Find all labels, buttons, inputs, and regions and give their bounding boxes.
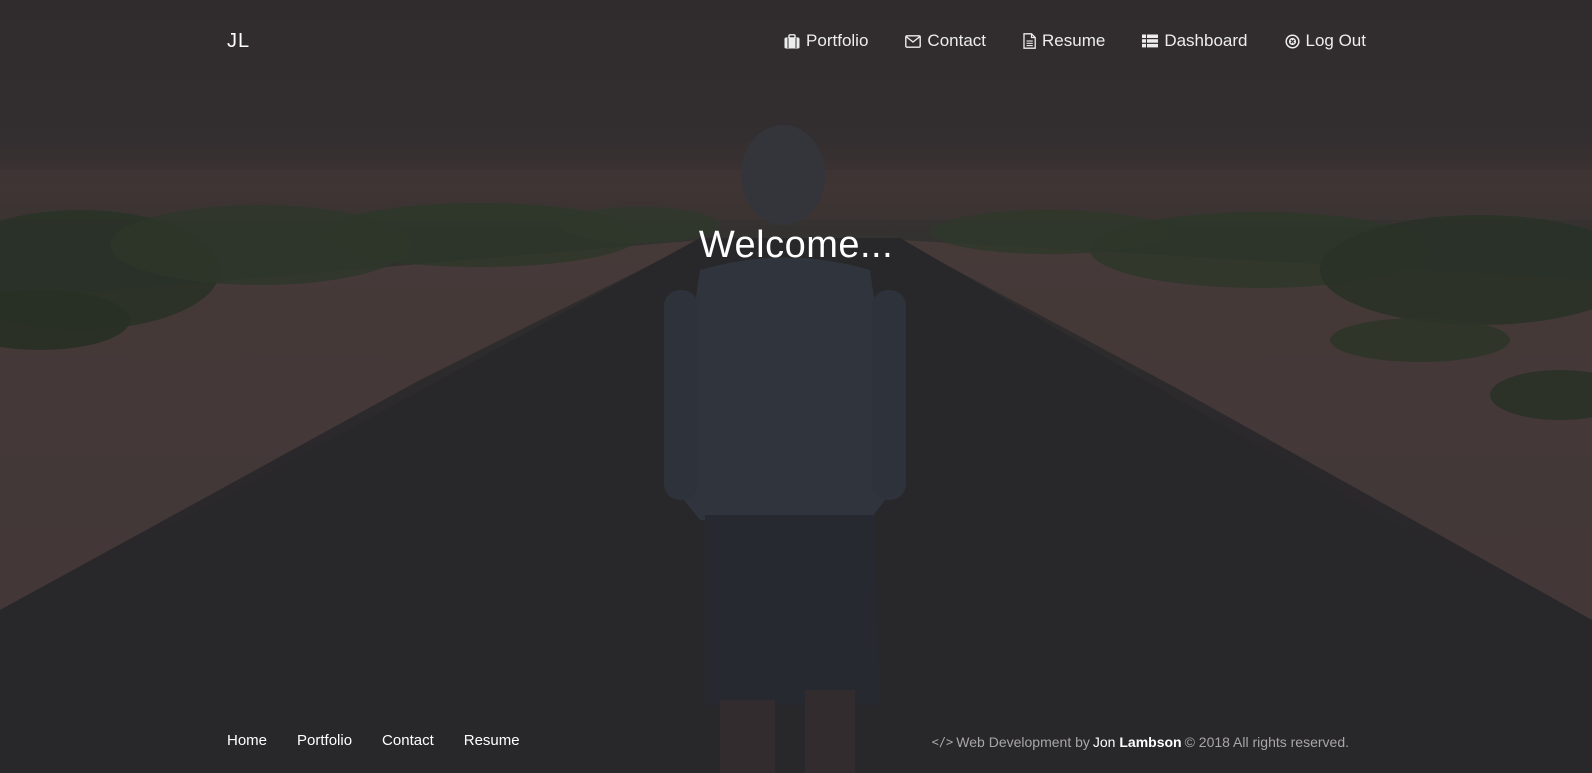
nav-item-resume[interactable]: Resume (1023, 31, 1105, 51)
nav-label-portfolio: Portfolio (806, 31, 869, 50)
footer-link-resume[interactable]: Resume (464, 732, 520, 749)
close-circle-icon (1284, 33, 1300, 49)
dark-overlay (0, 0, 1592, 773)
credit-prefix: Web Development by (956, 734, 1090, 750)
author-last-name: Lambson (1119, 734, 1182, 750)
nav-item-contact[interactable]: Contact (905, 31, 986, 51)
nav-label-resume: Resume (1042, 31, 1106, 50)
nav-item-dashboard[interactable]: Dashboard (1142, 31, 1248, 51)
author-name[interactable]: Jon Lambson (1093, 734, 1182, 750)
author-first-name: Jon (1092, 734, 1116, 750)
nav-item-portfolio[interactable]: Portfolio (784, 31, 868, 51)
file-text-icon (1023, 33, 1036, 49)
footer-credit: </> Web Development by Jon Lambson © 201… (932, 734, 1349, 750)
page: JL Portfolio Contact Resume Dashboard Lo… (0, 0, 1592, 773)
nav-label-contact: Contact (927, 31, 987, 50)
footer-link-home[interactable]: Home (227, 732, 267, 749)
code-icon: </> (931, 735, 954, 749)
brand-logo[interactable]: JL (227, 30, 250, 53)
nav-item-logout[interactable]: Log Out (1284, 31, 1367, 51)
hero-title: Welcome... (698, 224, 894, 266)
footer-link-contact[interactable]: Contact (382, 732, 434, 749)
list-icon (1142, 34, 1159, 48)
footer-link-portfolio[interactable]: Portfolio (297, 732, 352, 749)
nav-label-logout: Log Out (1305, 31, 1367, 50)
briefcase-icon (784, 33, 800, 49)
main-nav: Portfolio Contact Resume Dashboard Log O… (784, 31, 1366, 51)
footer-nav: Home Portfolio Contact Resume (227, 732, 520, 749)
copyright-text: © 2018 All rights reserved. (1184, 734, 1349, 750)
envelope-icon (905, 34, 922, 48)
nav-label-dashboard: Dashboard (1164, 31, 1248, 50)
